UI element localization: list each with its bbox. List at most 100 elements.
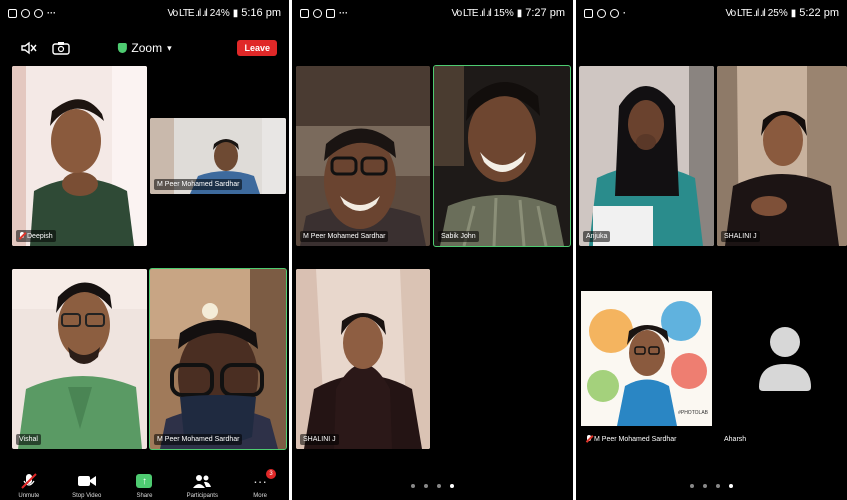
participant-name-tag: Deepish <box>16 230 56 242</box>
meeting-title[interactable]: Zoom ▾ <box>117 41 172 55</box>
notification-icons: · <box>584 8 626 18</box>
unmute-button[interactable]: Unmute <box>3 473 55 499</box>
meeting-title-label: Zoom <box>131 41 163 55</box>
video-tile-m-peer-mohamed-sardhar[interactable]: #PHOTOLAB M Peer Mohamed Sardhar <box>579 269 714 449</box>
page-dot-active <box>450 484 454 488</box>
notification-icons: ··· <box>8 8 56 18</box>
notification-icons: ··· <box>300 8 348 18</box>
participant-name: SHALINI J <box>303 436 336 443</box>
notification-badge: 3 <box>266 469 277 479</box>
participant-name-tag: SHALINI J <box>721 231 760 242</box>
gallery-icon <box>8 8 17 18</box>
video-tile-shalini-j[interactable]: SHALINI J <box>717 66 847 246</box>
video-tile-sabik-john[interactable]: Sabik John <box>433 65 571 247</box>
participant-name: Anjuka <box>586 233 608 240</box>
meeting-top-bar: Zoom ▾ Leave <box>0 34 289 62</box>
video-tile-shalini-j[interactable]: SHALINI J <box>296 269 430 449</box>
video-tile-deepish[interactable]: Deepish <box>12 66 147 246</box>
page-dot <box>437 484 441 488</box>
participants-label: Participants <box>186 493 218 499</box>
mic-muted-icon <box>586 435 592 443</box>
whatsapp-icon <box>597 8 606 18</box>
participant-name: M Peer Mohamed Sardhar <box>157 436 240 443</box>
participant-name-tag: Sabik John <box>438 231 479 242</box>
page-dot <box>424 484 428 488</box>
participant-video <box>434 66 570 246</box>
mic-off-icon <box>19 473 39 489</box>
participant-name-tag: M Peer Mohamed Sardhar <box>154 434 243 445</box>
page-dot-active <box>729 484 733 488</box>
battery-level: 25% <box>767 7 788 19</box>
whatsapp-icon <box>21 8 30 18</box>
video-tile-vishal[interactable]: Vishal <box>12 269 147 449</box>
shield-icon <box>117 43 127 53</box>
participant-name-tag: Vishal <box>16 434 41 445</box>
avatar-placeholder-icon <box>759 327 811 391</box>
clock: 7:27 pm <box>525 7 565 19</box>
participants-icon <box>192 473 212 489</box>
page-dot <box>411 484 415 488</box>
signal-icon: Vo LTE .ıl .ıl <box>451 7 492 19</box>
video-tile-anjuka[interactable]: Anjuka <box>579 66 714 246</box>
battery-icon: ▮ <box>232 7 239 19</box>
page-dot <box>690 484 694 488</box>
clock: 5:16 pm <box>241 7 281 19</box>
battery-level: 15% <box>493 7 514 19</box>
speaker-off-icon[interactable] <box>20 41 38 55</box>
share-button[interactable]: ↑ Share <box>118 473 170 499</box>
participant-video <box>579 66 714 246</box>
share-label: Share <box>136 493 153 499</box>
message-icon <box>326 8 335 18</box>
video-tile-m-peer-mohamed-sardhar[interactable]: M Peer Mohamed Sardhar <box>296 66 430 246</box>
status-bar: ··· Vo LTE .ıl .ıl 15% ▮ 7:27 pm <box>292 0 573 26</box>
app-icon <box>34 8 43 18</box>
meeting-toolbar: Unmute Stop Video ↑ Share Participants ·… <box>0 460 289 500</box>
participant-name: Deepish <box>27 232 53 240</box>
participant-video <box>12 269 147 449</box>
battery-level: 24% <box>209 7 230 19</box>
participant-video <box>12 66 147 246</box>
page-indicator[interactable] <box>292 484 573 488</box>
battery-icon: ▮ <box>790 7 797 19</box>
stop-video-label: Stop Video <box>72 493 102 499</box>
participant-video <box>296 66 430 246</box>
battery-saver-icon <box>300 8 309 18</box>
zoom-screen-1: ··· Vo LTE .ıl .ıl 24% ▮ 5:16 pm Zoom ▾ … <box>0 0 289 500</box>
page-dot <box>703 484 707 488</box>
video-tile-aharsh[interactable]: Aharsh <box>717 269 847 449</box>
video-notification-icon <box>584 8 593 18</box>
participants-button[interactable]: Participants <box>176 473 228 499</box>
participant-name-tag: M Peer Mohamed Sardhar <box>583 433 679 445</box>
participant-name: M Peer Mohamed Sardhar <box>157 181 240 188</box>
camera-switch-icon[interactable] <box>52 41 70 55</box>
more-label: More <box>253 493 267 499</box>
page-indicator[interactable] <box>576 484 847 488</box>
stop-video-button[interactable]: Stop Video <box>61 473 113 499</box>
app-icon <box>610 8 619 18</box>
chevron-down-icon: ▾ <box>167 42 172 53</box>
participant-name-tag: Aharsh <box>721 434 749 445</box>
participant-name: SHALINI J <box>724 233 757 240</box>
status-bar: · Vo LTE .ıl .ıl 25% ▮ 5:22 pm <box>576 0 847 26</box>
share-icon: ↑ <box>134 473 154 489</box>
video-camera-icon <box>77 473 97 489</box>
video-tile-m-peer-mohamed-sardhar[interactable]: M Peer Mohamed Sardhar <box>150 118 286 194</box>
zoom-screen-3: · Vo LTE .ıl .ıl 25% ▮ 5:22 pm Anjuka SH… <box>576 0 847 500</box>
leave-button[interactable]: Leave <box>237 40 277 56</box>
page-dot <box>716 484 720 488</box>
participant-name-tag: M Peer Mohamed Sardhar <box>154 179 243 190</box>
photolab-watermark: #PHOTOLAB <box>678 410 708 416</box>
participant-name: Vishal <box>19 436 38 443</box>
video-tile-m-peer-mohamed-sardhar-active[interactable]: M Peer Mohamed Sardhar <box>149 268 287 450</box>
participant-video <box>150 269 286 449</box>
signal-icon: Vo LTE .ıl .ıl <box>167 7 208 19</box>
more-button[interactable]: ··· 3 More <box>234 469 286 499</box>
signal-icon: Vo LTE .ıl .ıl <box>725 7 766 19</box>
mic-muted-icon <box>19 232 25 240</box>
clock: 5:22 pm <box>799 7 839 19</box>
participant-name: Sabik John <box>441 233 476 240</box>
participant-name-tag: SHALINI J <box>300 434 339 445</box>
battery-icon: ▮ <box>516 7 523 19</box>
participant-video <box>717 66 847 246</box>
participant-name-tag: Anjuka <box>583 231 611 242</box>
